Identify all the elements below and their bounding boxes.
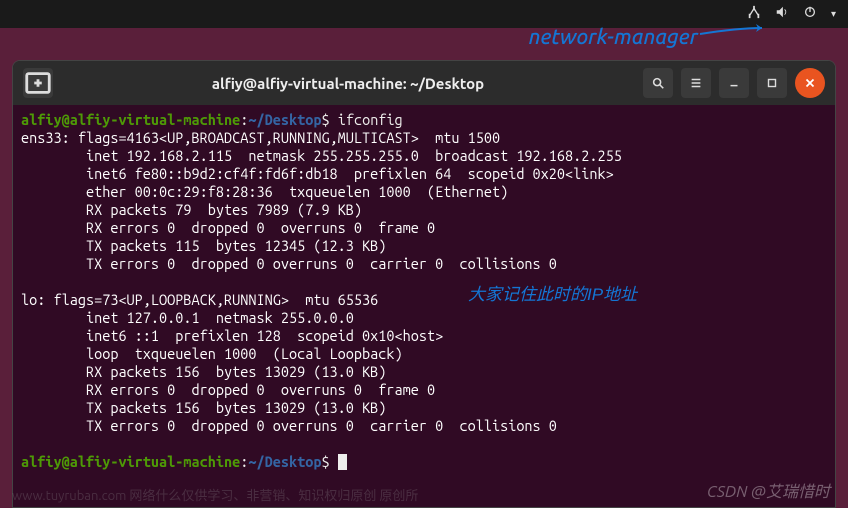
prompt-path: ~/Desktop xyxy=(248,453,321,470)
annotation-network-manager: network-manager xyxy=(529,24,698,48)
maximize-button[interactable] xyxy=(757,68,787,98)
output-line: ens33: flags=4163<UP,BROADCAST,RUNNING,M… xyxy=(21,129,500,146)
minimize-button[interactable] xyxy=(719,68,749,98)
output-line: RX errors 0 dropped 0 overruns 0 frame 0 xyxy=(21,381,435,398)
output-line: lo: flags=73<UP,LOOPBACK,RUNNING> mtu 65… xyxy=(21,291,378,308)
output-line: RX packets 79 bytes 7989 (7.9 KB) xyxy=(21,201,362,218)
faded-footer-text: www.tuyruban.com 网络什么仅供学习、非营销、知识权归原创 原创所 xyxy=(12,485,418,504)
command-ifconfig: ifconfig xyxy=(338,111,403,128)
annotation-ip-note: 大家记住此时的IP地址 xyxy=(468,286,637,304)
terminal-body[interactable]: alfiy@alfiy-virtual-machine:~/Desktop$ i… xyxy=(13,105,835,508)
cursor xyxy=(338,454,347,470)
output-line: RX packets 156 bytes 13029 (13.0 KB) xyxy=(21,363,386,380)
output-line: inet 127.0.0.1 netmask 255.0.0.0 xyxy=(21,309,354,326)
output-line: inet6 fe80::b9d2:cf4f:fd6f:db18 prefixle… xyxy=(21,165,614,182)
network-manager-icon[interactable] xyxy=(747,5,761,23)
power-icon[interactable] xyxy=(803,5,817,23)
prompt-userhost: alfiy@alfiy-virtual-machine xyxy=(21,453,240,470)
output-line: TX packets 156 bytes 13029 (13.0 KB) xyxy=(21,399,386,416)
prompt-path: ~/Desktop xyxy=(248,111,321,128)
output-line: inet6 ::1 prefixlen 128 scopeid 0x10<hos… xyxy=(21,327,443,344)
new-tab-button[interactable] xyxy=(23,68,53,98)
output-line: TX packets 115 bytes 12345 (12.3 KB) xyxy=(21,237,386,254)
output-line: loop txqueuelen 1000 (Local Loopback) xyxy=(21,345,403,362)
output-line: inet 192.168.2.115 netmask 255.255.255.0… xyxy=(21,147,622,164)
dropdown-caret-icon[interactable]: ▾ xyxy=(831,8,836,20)
output-line: TX errors 0 dropped 0 overruns 0 carrier… xyxy=(21,255,557,272)
arrow-network-manager xyxy=(698,24,768,36)
sound-icon[interactable] xyxy=(775,5,789,23)
output-line: RX errors 0 dropped 0 overruns 0 frame 0 xyxy=(21,219,435,236)
window-title: alfiy@alfiy-virtual-machine: ~/Desktop xyxy=(61,75,635,92)
hamburger-menu-button[interactable] xyxy=(681,68,711,98)
window-titlebar: alfiy@alfiy-virtual-machine: ~/Desktop xyxy=(13,61,835,105)
terminal-window: alfiy@alfiy-virtual-machine: ~/Desktop a… xyxy=(12,60,836,508)
output-line: TX errors 0 dropped 0 overruns 0 carrier… xyxy=(21,417,557,434)
search-button[interactable] xyxy=(643,68,673,98)
prompt-userhost: alfiy@alfiy-virtual-machine xyxy=(21,111,240,128)
output-line: ether 00:0c:29:f8:28:36 txqueuelen 1000 … xyxy=(21,183,508,200)
watermark: CSDN @艾瑞惜时 xyxy=(707,478,830,502)
close-button[interactable] xyxy=(795,68,825,98)
